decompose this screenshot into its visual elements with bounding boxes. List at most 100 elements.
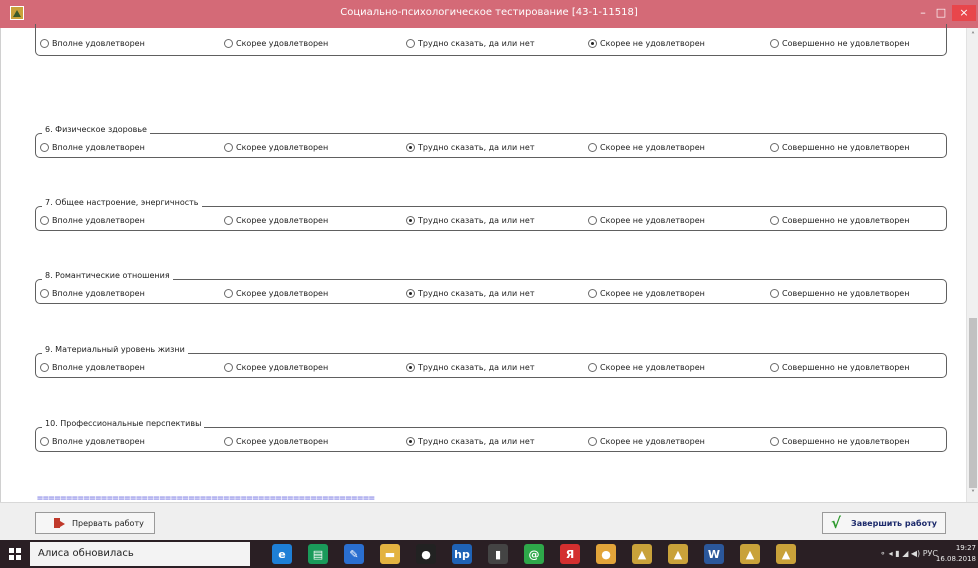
radio-button[interactable] bbox=[40, 38, 49, 48]
radio-button[interactable] bbox=[770, 362, 779, 372]
answer-option[interactable]: Вполне удовлетворен bbox=[40, 361, 145, 373]
radio-button[interactable] bbox=[40, 288, 49, 298]
test-app-icon[interactable]: ▲ bbox=[632, 544, 652, 564]
radio-button[interactable] bbox=[224, 362, 233, 372]
answer-option[interactable]: Вполне удовлетворен bbox=[40, 214, 145, 226]
test-app-icon[interactable]: ▲ bbox=[740, 544, 760, 564]
scroll-down-icon[interactable]: ˅ bbox=[967, 488, 978, 500]
answer-option[interactable]: Трудно сказать, да или нет bbox=[406, 287, 535, 299]
abort-button[interactable]: Прервать работу bbox=[35, 512, 155, 534]
radio-button[interactable] bbox=[770, 215, 779, 225]
scroll-thumb[interactable] bbox=[969, 318, 977, 488]
edge-icon[interactable]: e bbox=[272, 544, 292, 564]
answer-option[interactable]: Совершенно не удовлетворен bbox=[770, 361, 909, 373]
radio-button[interactable] bbox=[588, 436, 597, 446]
radio-button[interactable] bbox=[588, 38, 597, 48]
question-label: 7. Общее настроение, энергичность bbox=[42, 198, 202, 207]
radio-button[interactable] bbox=[224, 436, 233, 446]
test-app-icon[interactable]: ▲ bbox=[776, 544, 796, 564]
maximize-button[interactable]: □ bbox=[930, 5, 952, 21]
answer-option[interactable]: Совершенно не удовлетворен bbox=[770, 141, 909, 153]
radio-button[interactable] bbox=[406, 215, 415, 225]
radio-button[interactable] bbox=[406, 38, 415, 48]
radio-button[interactable] bbox=[40, 436, 49, 446]
answer-option[interactable]: Трудно сказать, да или нет bbox=[406, 37, 535, 49]
answer-option[interactable]: Вполне удовлетворен bbox=[40, 287, 145, 299]
start-button[interactable] bbox=[0, 540, 30, 568]
radio-button[interactable] bbox=[406, 362, 415, 372]
answer-option[interactable]: Скорее не удовлетворен bbox=[588, 37, 705, 49]
radio-button[interactable] bbox=[40, 142, 49, 152]
answer-option[interactable]: Трудно сказать, да или нет bbox=[406, 141, 535, 153]
media-icon[interactable]: ● bbox=[416, 544, 436, 564]
taskbar-search[interactable]: Алиса обновилась bbox=[30, 542, 250, 566]
radio-button[interactable] bbox=[588, 215, 597, 225]
radio-button[interactable] bbox=[406, 288, 415, 298]
answer-option-label: Вполне удовлетворен bbox=[52, 436, 145, 446]
radio-button[interactable] bbox=[406, 436, 415, 446]
answer-option[interactable]: Скорее не удовлетворен bbox=[588, 435, 705, 447]
radio-button[interactable] bbox=[224, 142, 233, 152]
answer-option[interactable]: Скорее не удовлетворен bbox=[588, 361, 705, 373]
radio-button[interactable] bbox=[224, 38, 233, 48]
question-group: 6. Физическое здоровье Вполне удовлетворе… bbox=[35, 125, 947, 158]
answer-option[interactable]: Совершенно не удовлетворен bbox=[770, 214, 909, 226]
close-button[interactable]: × bbox=[952, 5, 976, 21]
vertical-scrollbar[interactable]: ˄ ˅ bbox=[966, 28, 978, 502]
answer-option[interactable]: Совершенно не удовлетворен bbox=[770, 287, 909, 299]
answer-option[interactable]: Трудно сказать, да или нет bbox=[406, 435, 535, 447]
app-icon[interactable]: ▮ bbox=[488, 544, 508, 564]
answer-option[interactable]: Совершенно не удовлетворен bbox=[770, 37, 909, 49]
answer-option[interactable]: Скорее удовлетворен bbox=[224, 141, 328, 153]
question-label: 6. Физическое здоровье bbox=[42, 125, 150, 134]
answer-option[interactable]: Скорее не удовлетворен bbox=[588, 214, 705, 226]
answer-option-label: Скорее удовлетворен bbox=[236, 436, 329, 446]
radio-button[interactable] bbox=[40, 215, 49, 225]
radio-button[interactable] bbox=[588, 288, 597, 298]
answer-option[interactable]: Скорее удовлетворен bbox=[224, 361, 328, 373]
radio-button[interactable] bbox=[40, 362, 49, 372]
yandex-icon[interactable]: Я bbox=[560, 544, 580, 564]
question-group: 9. Материальный уровень жизни Вполне удов… bbox=[35, 345, 947, 378]
test-app-icon[interactable]: ▲ bbox=[668, 544, 688, 564]
word-icon[interactable]: W bbox=[704, 544, 724, 564]
radio-button[interactable] bbox=[770, 436, 779, 446]
answer-option[interactable]: Трудно сказать, да или нет bbox=[406, 214, 535, 226]
chrome-icon[interactable]: ● bbox=[596, 544, 616, 564]
answer-option[interactable]: Скорее удовлетворен bbox=[224, 435, 328, 447]
feather-icon[interactable]: ✎ bbox=[344, 544, 364, 564]
hp-icon[interactable]: hp bbox=[452, 544, 472, 564]
question-group: 7. Общее настроение, энергичность Вполне … bbox=[35, 198, 947, 231]
radio-button[interactable] bbox=[588, 362, 597, 372]
answer-option[interactable]: Скорее удовлетворен bbox=[224, 37, 328, 49]
answer-option[interactable]: Скорее удовлетворен bbox=[224, 214, 328, 226]
finish-button[interactable]: √ Завершить работу bbox=[822, 512, 946, 534]
answer-option[interactable]: Скорее удовлетворен bbox=[224, 287, 328, 299]
radio-button[interactable] bbox=[770, 142, 779, 152]
answer-option[interactable]: Вполне удовлетворен bbox=[40, 141, 145, 153]
answer-option-label: Вполне удовлетворен bbox=[52, 362, 145, 372]
chat-icon[interactable]: @ bbox=[524, 544, 544, 564]
answer-option[interactable]: Вполне удовлетворен bbox=[40, 435, 145, 447]
answer-option-label: Трудно сказать, да или нет bbox=[418, 38, 535, 48]
store-icon[interactable]: ▤ bbox=[308, 544, 328, 564]
radio-button[interactable] bbox=[770, 38, 779, 48]
answer-option-label: Трудно сказать, да или нет bbox=[418, 215, 535, 225]
radio-button[interactable] bbox=[224, 215, 233, 225]
answer-option[interactable]: Скорее не удовлетворен bbox=[588, 287, 705, 299]
answer-option[interactable]: Скорее не удовлетворен bbox=[588, 141, 705, 153]
answer-option[interactable]: Совершенно не удовлетворен bbox=[770, 435, 909, 447]
answer-option[interactable]: Трудно сказать, да или нет bbox=[406, 361, 535, 373]
windows-icon bbox=[9, 548, 21, 560]
scroll-up-icon[interactable]: ˄ bbox=[967, 30, 978, 42]
radio-button[interactable] bbox=[406, 142, 415, 152]
radio-button[interactable] bbox=[770, 288, 779, 298]
radio-button[interactable] bbox=[224, 288, 233, 298]
folder-icon[interactable]: ▬ bbox=[380, 544, 400, 564]
radio-button[interactable] bbox=[588, 142, 597, 152]
answer-option[interactable]: Вполне удовлетворен bbox=[40, 37, 145, 49]
system-tray[interactable]: ⚬ ◂ ▮ ◢ ◀) РУС bbox=[879, 549, 938, 558]
finish-button-label: Завершить работу bbox=[851, 518, 937, 528]
tray-icons[interactable]: ⚬ ◂ ▮ ◢ ◀) bbox=[879, 549, 922, 558]
clock[interactable]: 19:27 16.08.2018 bbox=[936, 543, 976, 565]
